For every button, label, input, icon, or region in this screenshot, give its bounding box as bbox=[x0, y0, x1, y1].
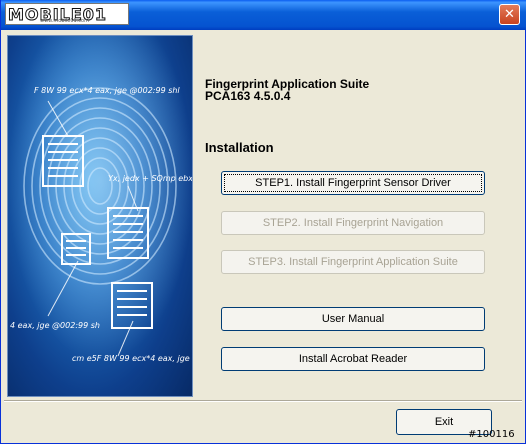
artwork-text-4: cm e5F 8W 99 ecx*4 eax, jge bbox=[72, 354, 190, 363]
artwork-text-3: 4 eax, jge @002:99 sh bbox=[10, 321, 100, 330]
logo-subtitle: www.mobile01.com bbox=[40, 18, 89, 24]
installer-window: MOBILE01 www.mobile01.com ✕ F 8W 99 ecx*… bbox=[0, 0, 526, 444]
installation-heading: Installation bbox=[205, 140, 274, 155]
step1-install-sensor-driver-button[interactable]: STEP1. Install Fingerprint Sensor Driver bbox=[221, 171, 485, 195]
close-button[interactable]: ✕ bbox=[499, 4, 520, 25]
fingerprint-artwork: F 8W 99 ecx*4 eax, jge @002:99 shl Yx, j… bbox=[7, 35, 193, 397]
close-icon: ✕ bbox=[504, 7, 515, 22]
mobile01-logo: MOBILE01 www.mobile01.com bbox=[5, 3, 129, 25]
user-manual-button[interactable]: User Manual bbox=[221, 307, 485, 331]
artwork-text-1: F 8W 99 ecx*4 eax, jge @002:99 shl bbox=[34, 86, 180, 95]
footer-divider bbox=[4, 400, 522, 402]
install-acrobat-reader-button[interactable]: Install Acrobat Reader bbox=[221, 347, 485, 371]
step2-install-navigation-button: STEP2. Install Fingerprint Navigation bbox=[221, 211, 485, 235]
step3-install-application-suite-button: STEP3. Install Fingerprint Application S… bbox=[221, 250, 485, 274]
product-version: PCA163 4.5.0.4 bbox=[205, 89, 291, 103]
watermark: #100116 bbox=[468, 429, 515, 440]
artwork-text-2: Yx, jedx + SQmp ebxj bbox=[108, 174, 193, 183]
title-bar[interactable]: MOBILE01 www.mobile01.com ✕ bbox=[1, 0, 526, 30]
